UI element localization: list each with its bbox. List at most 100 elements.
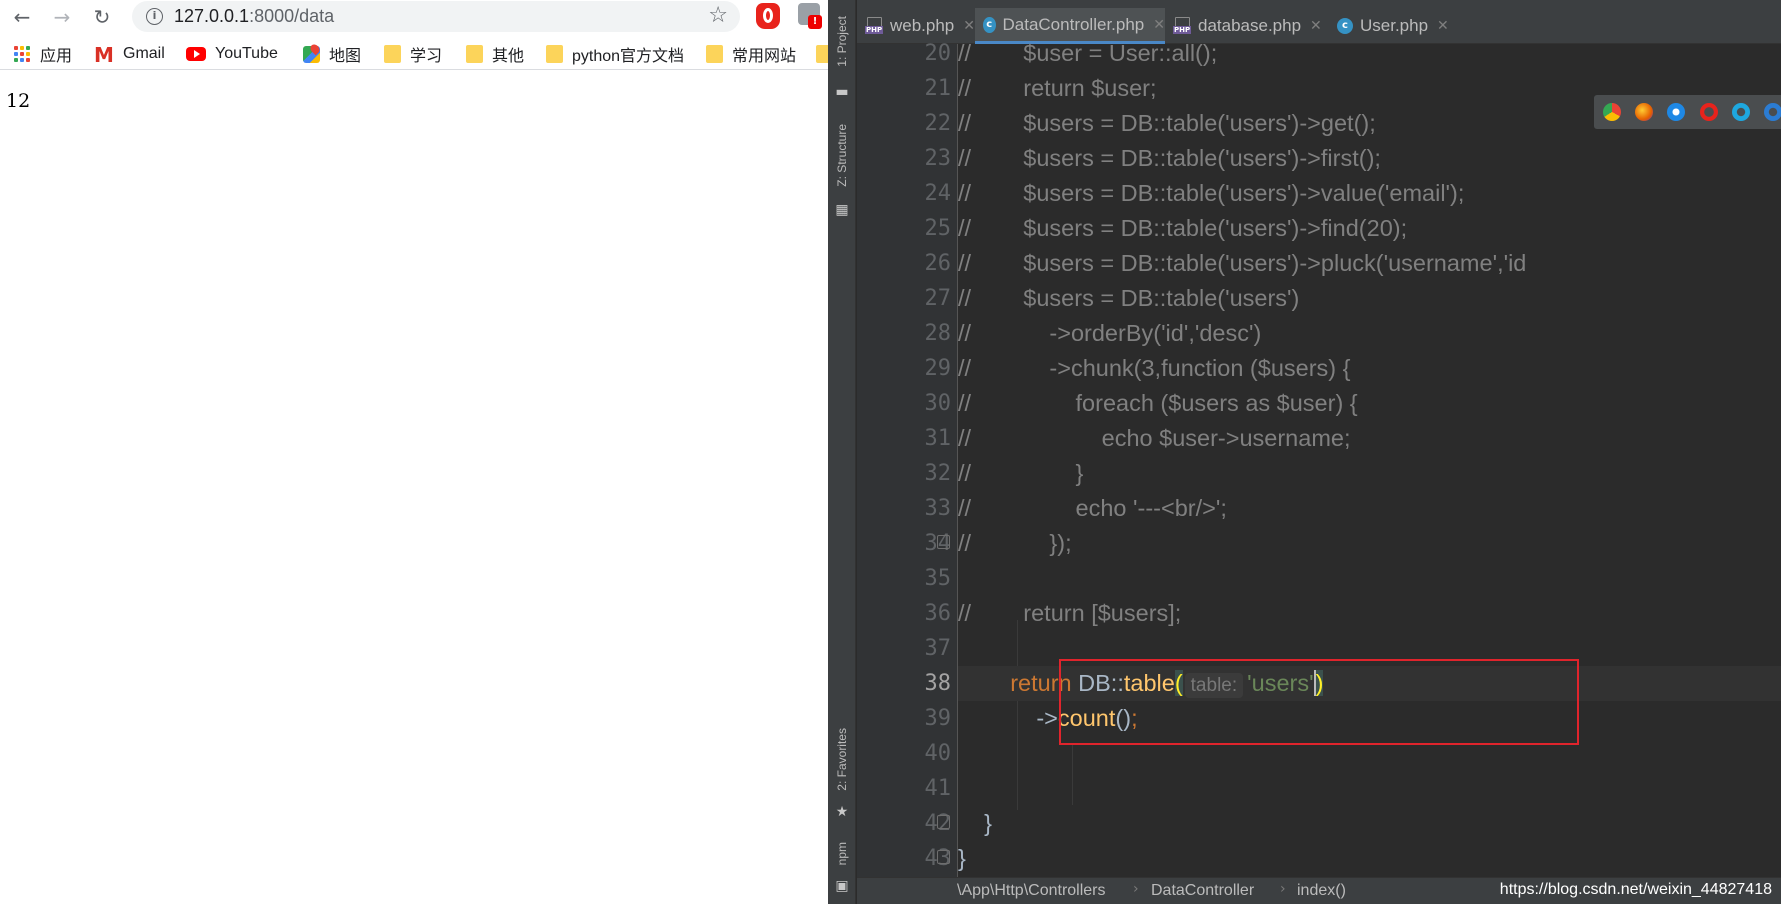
line-number: 28 <box>924 321 952 346</box>
extension-alert-badge: ! <box>808 15 822 29</box>
browser-toolbar: ← → ↻ i 127.0.0.1:8000/data ☆ ! <box>0 0 828 35</box>
favorites-tool-label: 2: Favorites <box>835 728 849 791</box>
tab-bar-strip <box>857 0 1781 8</box>
close-icon[interactable]: ✕ <box>1437 18 1449 34</box>
folder-icon <box>384 45 401 63</box>
bookmark-star-icon[interactable]: ☆ <box>708 3 728 28</box>
address-bar[interactable]: i 127.0.0.1:8000/data ☆ <box>132 1 740 32</box>
code-line[interactable]: // echo $user->username; <box>958 421 1781 456</box>
code-line[interactable]: } <box>958 806 1781 841</box>
firefox-icon[interactable] <box>1635 103 1653 121</box>
code-line[interactable]: } <box>958 841 1781 876</box>
code-line[interactable]: // $users = DB::table('users')->value('e… <box>958 176 1781 211</box>
back-arrow-icon[interactable]: ← <box>8 3 36 31</box>
line-number: 20 <box>924 41 952 66</box>
php-file-icon <box>865 17 884 35</box>
tab-label: database.php <box>1198 16 1302 35</box>
open-in-browser-popup <box>1594 95 1781 129</box>
line-number: 21 <box>924 76 952 101</box>
line-number: 22 <box>924 111 952 136</box>
page-output: 12 <box>6 90 31 112</box>
safari-icon[interactable] <box>1667 103 1685 121</box>
close-icon[interactable]: ✕ <box>1310 18 1322 34</box>
fold-marker-icon[interactable] <box>937 535 950 549</box>
code-line[interactable]: // ->chunk(3,function ($users) { <box>958 351 1781 386</box>
bookmark-youtube[interactable]: YouTube <box>186 42 278 66</box>
bookmark-maps[interactable]: 地图 <box>303 42 361 66</box>
code-line[interactable]: // $users = DB::table('users')->find(20)… <box>958 211 1781 246</box>
youtube-icon <box>186 47 206 61</box>
bookmark-label: 地图 <box>329 48 362 65</box>
folder-icon <box>546 45 563 63</box>
chrome-icon[interactable] <box>1603 103 1621 121</box>
folder-icon <box>466 45 483 63</box>
bookmark-apps[interactable]: 应用 <box>14 42 72 66</box>
structure-tool-label: Z: Structure <box>835 124 849 187</box>
bookmark-gmail[interactable]: Gmail <box>94 42 165 67</box>
maps-icon <box>303 45 320 63</box>
structure-icon: ▦ <box>835 202 849 218</box>
star-icon: ★ <box>835 804 849 820</box>
folder-icon: ▬ <box>835 84 849 100</box>
line-number: 24 <box>924 181 952 206</box>
class-icon: c <box>983 16 996 33</box>
reload-icon[interactable]: ↻ <box>88 3 116 31</box>
forward-arrow-icon[interactable]: → <box>48 3 76 31</box>
project-tool-label: 1: Project <box>835 16 849 67</box>
breadcrumb-method[interactable]: index() <box>1297 882 1346 900</box>
line-number: 40 <box>924 741 952 766</box>
code-line[interactable]: // $user = User::all(); <box>958 36 1781 71</box>
bookmark-folder-study[interactable]: 学习 <box>384 42 442 66</box>
close-icon[interactable]: ✕ <box>963 18 975 34</box>
line-number: 36 <box>924 601 952 626</box>
annotation-highlight-box <box>1059 659 1579 745</box>
line-number: 39 <box>924 706 952 731</box>
code-line[interactable]: // $users = DB::table('users')->pluck('u… <box>958 246 1781 281</box>
class-icon: c <box>1337 18 1353 34</box>
line-number: 23 <box>924 146 952 171</box>
code-line[interactable]: // return [$users]; <box>958 596 1781 631</box>
adblock-extension-icon[interactable] <box>756 3 780 29</box>
breadcrumb-class[interactable]: DataController <box>1151 882 1254 900</box>
code-line[interactable]: // } <box>958 456 1781 491</box>
project-tool-button[interactable]: 1: Project ▬ <box>828 16 856 100</box>
code-line[interactable]: // }); <box>958 526 1781 561</box>
code-line[interactable]: // $users = DB::table('users')->first(); <box>958 141 1781 176</box>
line-number: 35 <box>924 566 952 591</box>
line-number: 37 <box>924 636 952 661</box>
opera-icon[interactable] <box>1700 103 1718 121</box>
apps-icon <box>14 45 31 63</box>
bookmark-folder-python-docs[interactable]: python官方文档 <box>546 42 684 66</box>
info-icon[interactable]: i <box>146 8 163 25</box>
code-line[interactable]: // ->orderBy('id','desc') <box>958 316 1781 351</box>
line-number: 41 <box>924 776 952 801</box>
url-text[interactable]: 127.0.0.1:8000/data <box>174 6 334 27</box>
line-number: 30 <box>924 391 952 416</box>
bookmark-label: 应用 <box>40 48 73 65</box>
line-number: 32 <box>924 461 952 486</box>
bookmark-folder-other[interactable]: 其他 <box>466 42 524 66</box>
folder-icon <box>706 45 723 63</box>
code-editor[interactable]: // $user = User::all(); // return $user;… <box>958 36 1781 876</box>
fold-marker-icon[interactable] <box>937 850 950 864</box>
bookmark-label: YouTube <box>215 45 278 62</box>
bookmark-label: python官方文档 <box>572 48 685 65</box>
npm-tool-label: npm <box>835 842 849 866</box>
tab-label: web.php <box>889 16 955 35</box>
code-line[interactable]: // foreach ($users as $user) { <box>958 386 1781 421</box>
npm-tool-button[interactable]: npm ▣ <box>828 842 856 894</box>
close-icon[interactable]: ✕ <box>1153 17 1165 33</box>
line-number: 29 <box>924 356 952 381</box>
code-line[interactable]: // $users = DB::table('users') <box>958 281 1781 316</box>
bookmark-label: 其他 <box>492 48 525 65</box>
favorites-tool-button[interactable]: 2: Favorites ★ <box>828 728 856 824</box>
fold-marker-icon[interactable] <box>937 815 950 829</box>
structure-tool-button[interactable]: Z: Structure ▦ <box>828 124 856 220</box>
breadcrumb-namespace[interactable]: \App\Http\Controllers <box>957 882 1106 900</box>
code-line[interactable]: // echo '---<br/>'; <box>958 491 1781 526</box>
bookmark-folder-common-sites[interactable]: 常用网站 <box>706 42 796 66</box>
internet-explorer-icon[interactable] <box>1732 103 1750 121</box>
code-indent: -> <box>958 705 1058 731</box>
edge-icon[interactable] <box>1764 103 1781 121</box>
bookmark-label: 学习 <box>410 48 443 65</box>
